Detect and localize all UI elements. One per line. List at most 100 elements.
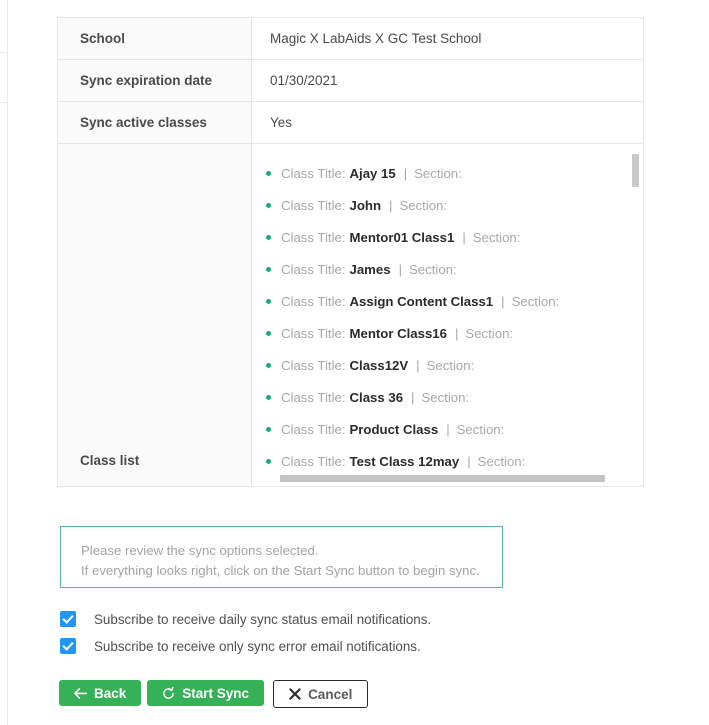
close-x-icon bbox=[289, 688, 301, 700]
table-row: School Magic X LabAids X GC Test School bbox=[58, 18, 644, 60]
list-item: Class Title: James | Section: bbox=[266, 254, 643, 286]
class-list-vertical-scrollbar[interactable] bbox=[634, 148, 641, 482]
review-note-line-2: If everything looks right, click on the … bbox=[81, 561, 502, 581]
sync-review-page: School Magic X LabAids X GC Test School … bbox=[0, 0, 709, 725]
class-title-value: Class12V bbox=[350, 359, 409, 372]
bullet-icon bbox=[266, 363, 271, 368]
back-button-label: Back bbox=[94, 686, 126, 701]
page-gutter-divider bbox=[7, 0, 8, 725]
class-section-label: Section: bbox=[465, 327, 513, 340]
class-list-scroll-area[interactable]: Class Title:Ajay 15|Section:Class Title:… bbox=[252, 144, 643, 486]
class-title-value: Test Class 12may bbox=[350, 455, 460, 468]
class-title-value: Assign Content Class1 bbox=[350, 295, 494, 308]
field-separator: | bbox=[404, 167, 407, 180]
class-section-label: Section: bbox=[473, 231, 521, 244]
class-title-label: Class Title: bbox=[281, 199, 346, 212]
field-separator: | bbox=[455, 327, 458, 340]
class-title-value: John bbox=[350, 199, 382, 212]
arrow-left-icon bbox=[74, 688, 87, 699]
class-title-label: Class Title: bbox=[281, 295, 346, 308]
list-item: Class Title: Mentor01 Class1 | Section: bbox=[266, 222, 643, 254]
list-item: Class Title: Test Class 12may | Section: bbox=[266, 446, 643, 478]
field-separator: | bbox=[467, 455, 470, 468]
class-title-label: Class Title: bbox=[281, 231, 346, 244]
class-section-label: Section: bbox=[457, 423, 505, 436]
row-value-school: Magic X LabAids X GC Test School bbox=[252, 18, 644, 60]
class-list: Class Title:Ajay 15|Section:Class Title:… bbox=[252, 158, 643, 478]
class-list-horizontal-scrollbar[interactable] bbox=[266, 477, 621, 484]
list-item: Class Title: Class 36 | Section: bbox=[266, 382, 643, 414]
action-button-bar: Back Start Sync Cancel bbox=[59, 680, 368, 708]
bullet-icon bbox=[266, 299, 271, 304]
field-separator: | bbox=[462, 231, 465, 244]
class-title-value: Ajay 15 bbox=[350, 167, 396, 180]
option-daily-sync-status-email[interactable]: Subscribe to receive daily sync status e… bbox=[60, 611, 431, 627]
checkbox-daily-sync-status-email[interactable] bbox=[60, 611, 76, 627]
list-item: Class Title: Product Class | Section: bbox=[266, 414, 643, 446]
page-gutter-tick bbox=[0, 102, 8, 103]
list-item: Class Title:Assign Content Class1|Sectio… bbox=[266, 286, 643, 318]
sync-summary-table: School Magic X LabAids X GC Test School … bbox=[57, 17, 644, 487]
option-label-sync-error-email: Subscribe to receive only sync error ema… bbox=[94, 639, 421, 654]
bullet-icon bbox=[266, 427, 271, 432]
table-row: Class list Class Title:Ajay 15|Section:C… bbox=[58, 144, 644, 487]
class-section-label: Section: bbox=[478, 455, 526, 468]
cancel-button[interactable]: Cancel bbox=[273, 680, 368, 708]
class-section-label: Section: bbox=[427, 359, 475, 372]
bullet-icon bbox=[266, 203, 271, 208]
row-label-sync-expiration-date: Sync expiration date bbox=[58, 60, 252, 102]
class-title-label: Class Title: bbox=[281, 327, 346, 340]
back-button[interactable]: Back bbox=[59, 680, 141, 706]
list-item: Class Title: Class12V | Section: bbox=[266, 350, 643, 382]
row-label-class-list: Class list bbox=[58, 144, 252, 487]
start-sync-button[interactable]: Start Sync bbox=[147, 680, 264, 706]
option-sync-error-email[interactable]: Subscribe to receive only sync error ema… bbox=[60, 638, 421, 654]
class-title-value: Class 36 bbox=[350, 391, 404, 404]
row-value-sync-active-classes: Yes bbox=[252, 102, 644, 144]
bullet-icon bbox=[266, 395, 271, 400]
bullet-icon bbox=[266, 171, 271, 176]
field-separator: | bbox=[446, 423, 449, 436]
class-title-label: Class Title: bbox=[281, 423, 346, 436]
class-title-value: James bbox=[350, 263, 391, 276]
class-title-label: Class Title: bbox=[281, 391, 346, 404]
review-note-line-1: Please review the sync options selected. bbox=[81, 541, 502, 561]
page-gutter-tick bbox=[0, 52, 8, 53]
field-separator: | bbox=[399, 263, 402, 276]
list-item: Class Title: John | Section: bbox=[266, 190, 643, 222]
field-separator: | bbox=[389, 199, 392, 212]
row-label-school: School bbox=[58, 18, 252, 60]
list-item: Class Title: Ajay 15 | Section: bbox=[266, 158, 643, 190]
bullet-icon bbox=[266, 459, 271, 464]
bullet-icon bbox=[266, 331, 271, 336]
class-list-content: Class Title:Ajay 15|Section:Class Title:… bbox=[252, 144, 643, 478]
class-title-value: Mentor Class16 bbox=[350, 327, 447, 340]
class-title-label: Class Title: bbox=[281, 359, 346, 372]
table-row: Sync active classes Yes bbox=[58, 102, 644, 144]
cancel-button-label: Cancel bbox=[308, 687, 352, 702]
field-separator: | bbox=[416, 359, 419, 372]
list-item: Class Title: Mentor Class16 | Section: bbox=[266, 318, 643, 350]
bullet-icon bbox=[266, 267, 271, 272]
class-title-label: Class Title: bbox=[281, 263, 346, 276]
bullet-icon bbox=[266, 235, 271, 240]
class-list-vertical-scrollbar-thumb[interactable] bbox=[632, 154, 639, 187]
table-row: Sync expiration date 01/30/2021 bbox=[58, 60, 644, 102]
option-label-daily-sync-status-email: Subscribe to receive daily sync status e… bbox=[94, 612, 431, 627]
class-title-label: Class Title: bbox=[281, 167, 346, 180]
class-title-value: Product Class bbox=[350, 423, 439, 436]
row-value-class-list: Class Title:Ajay 15|Section:Class Title:… bbox=[252, 144, 644, 487]
class-section-label: Section: bbox=[421, 391, 469, 404]
class-section-label: Section: bbox=[409, 263, 457, 276]
checkbox-sync-error-email[interactable] bbox=[60, 638, 76, 654]
class-list-horizontal-scrollbar-thumb[interactable] bbox=[280, 475, 605, 482]
class-title-label: Class Title: bbox=[281, 455, 346, 468]
row-label-sync-active-classes: Sync active classes bbox=[58, 102, 252, 144]
class-section-label: Section: bbox=[512, 295, 560, 308]
class-title-value: Mentor01 Class1 bbox=[350, 231, 455, 244]
class-section-label: Section: bbox=[399, 199, 447, 212]
start-sync-button-label: Start Sync bbox=[182, 686, 249, 701]
field-separator: | bbox=[411, 391, 414, 404]
class-section-label: Section: bbox=[414, 167, 462, 180]
row-value-sync-expiration-date: 01/30/2021 bbox=[252, 60, 644, 102]
